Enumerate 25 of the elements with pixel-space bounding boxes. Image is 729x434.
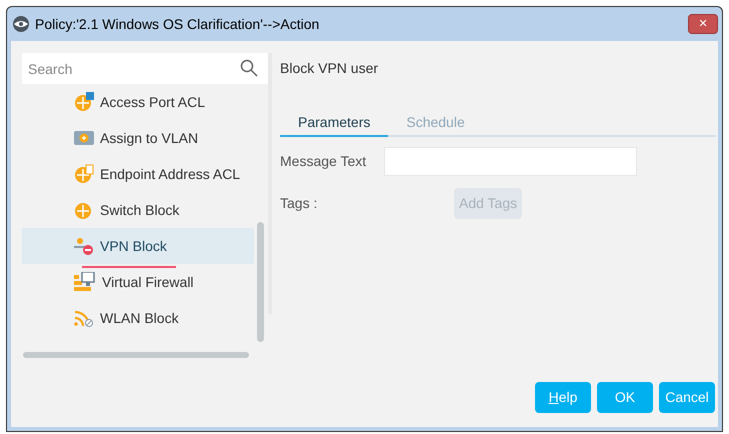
arrows-circle-icon bbox=[74, 164, 94, 184]
message-text-field[interactable] bbox=[384, 147, 637, 176]
search-field[interactable]: Search bbox=[22, 53, 268, 84]
action-list-item[interactable]: Virtual Firewall bbox=[22, 264, 254, 300]
field-label: Tags : bbox=[280, 194, 318, 213]
window-title: Policy:'2.1 Windows OS Clarification'-->Action bbox=[35, 14, 320, 34]
action-list-item[interactable]: Switch Block bbox=[22, 192, 254, 228]
action-list-item[interactable]: Access Port ACL bbox=[22, 84, 254, 120]
field-label: Message Text bbox=[280, 152, 368, 171]
eye-icon bbox=[11, 16, 31, 32]
vertical-scrollbar[interactable] bbox=[257, 222, 264, 342]
search-icon bbox=[240, 59, 258, 77]
wifi-blocked-icon bbox=[74, 308, 94, 328]
action-list-item[interactable]: Endpoint Address ACL bbox=[22, 156, 254, 192]
tab[interactable]: Parameters bbox=[280, 109, 388, 137]
close-button[interactable]: ✕ bbox=[688, 14, 718, 34]
action-title: Block VPN user bbox=[280, 59, 380, 78]
arrows-circle-icon bbox=[74, 200, 94, 220]
tag-icon bbox=[74, 130, 94, 146]
horizontal-scrollbar[interactable] bbox=[23, 352, 249, 358]
action-list-item[interactable]: Assign to VLAN bbox=[22, 120, 254, 156]
action-list-item[interactable]: WLAN Block bbox=[22, 300, 254, 336]
arrows-circle-icon bbox=[74, 92, 94, 112]
firewall-monitor-icon bbox=[74, 272, 96, 292]
user-blocked-icon bbox=[74, 236, 94, 256]
